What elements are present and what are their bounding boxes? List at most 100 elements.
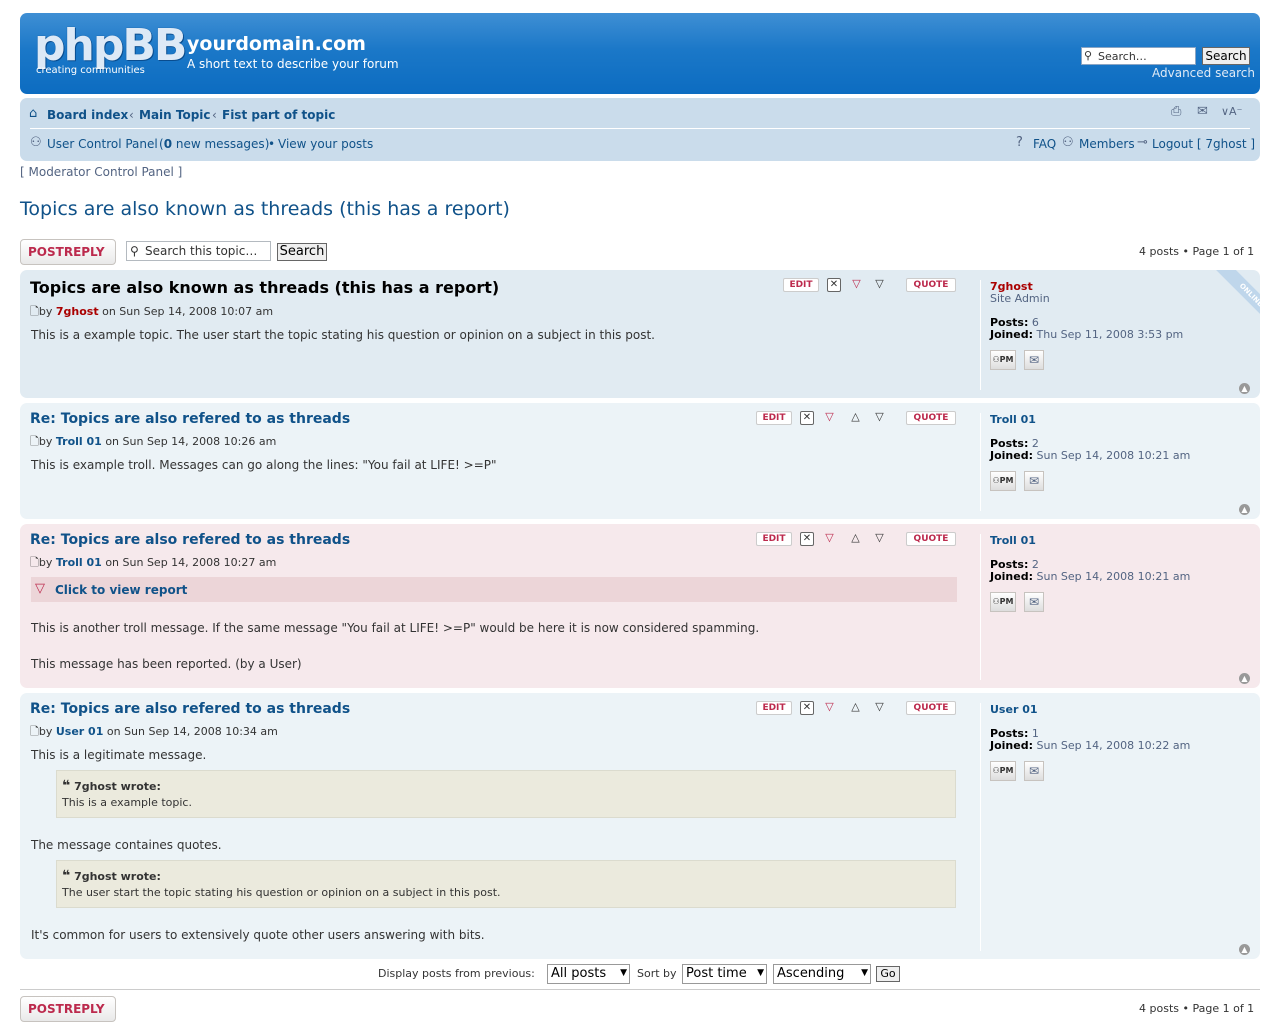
warn-icon[interactable]: △ xyxy=(848,700,863,714)
pm-button[interactable]: ⚇PM xyxy=(990,350,1016,370)
sort-by-label: Sort by xyxy=(637,967,677,980)
chevron-down-icon: ▼ xyxy=(620,968,627,978)
search-icon: ⚲ xyxy=(1084,49,1093,62)
font-size-icon[interactable]: ∨A⁻ xyxy=(1221,105,1242,118)
advanced-search-link[interactable]: Advanced search xyxy=(1152,66,1255,80)
post-title[interactable]: Topics are also known as threads (this h… xyxy=(30,278,499,297)
email-icon[interactable]: ✉ xyxy=(1024,592,1044,612)
phpbb-logo[interactable]: phpBB creating communities xyxy=(34,20,187,80)
edit-button[interactable]: EDIT xyxy=(756,532,792,546)
back-to-top-icon[interactable]: ▲ xyxy=(1239,504,1250,515)
logout-link[interactable]: Logout [ 7ghost ] xyxy=(1152,137,1255,151)
quote-cite: ❝ 7ghost wrote: xyxy=(62,778,161,794)
topic-search-button[interactable]: Search xyxy=(277,243,327,261)
breadcrumb-main-topic[interactable]: Main Topic xyxy=(139,108,211,122)
moderator-control-panel-link[interactable]: [ Moderator Control Panel ] xyxy=(20,165,182,179)
sort-order-select[interactable]: Ascending ▼ xyxy=(773,964,871,984)
view-report-link[interactable]: Click to view report xyxy=(55,583,187,597)
back-to-top-icon[interactable]: ▲ xyxy=(1239,944,1250,955)
profile-username[interactable]: Troll 01 xyxy=(990,534,1036,547)
post-author-line: 🗋by User 01 on Sun Sep 14, 2008 10:34 am xyxy=(30,723,278,742)
header-search-button[interactable]: Search xyxy=(1202,47,1250,65)
breadcrumb-current[interactable]: Fist part of topic xyxy=(222,108,335,122)
report-icon[interactable]: ▽ xyxy=(822,531,837,545)
info-icon[interactable]: ▽ xyxy=(872,531,887,545)
edit-label: EDIT xyxy=(762,413,786,423)
quote-button[interactable]: QUOTE xyxy=(906,411,956,425)
profile-username[interactable]: User 01 xyxy=(990,703,1038,716)
post-title[interactable]: Re: Topics are also refered to as thread… xyxy=(30,532,350,548)
edit-label: EDIT xyxy=(789,280,813,290)
post-author[interactable]: Troll 01 xyxy=(56,556,102,569)
quote-button[interactable]: QUOTE xyxy=(906,701,956,715)
email-icon[interactable]: ✉ xyxy=(1024,350,1044,370)
delete-icon[interactable]: ✕ xyxy=(800,701,814,715)
pm-button[interactable]: ⚇PM xyxy=(990,471,1016,491)
delete-icon[interactable]: ✕ xyxy=(800,532,814,546)
view-posts-link[interactable]: View your posts xyxy=(278,137,373,151)
quote-button[interactable]: QUOTE xyxy=(906,532,956,546)
delete-icon[interactable]: ✕ xyxy=(827,278,841,292)
post-title[interactable]: Re: Topics are also refered to as thread… xyxy=(30,411,350,427)
home-icon: ⌂ xyxy=(29,106,38,121)
email-icon[interactable]: ✉ xyxy=(1024,471,1044,491)
edit-button[interactable]: EDIT xyxy=(783,278,819,292)
display-posts-select[interactable]: All posts ▼ xyxy=(547,964,630,984)
joined-label: Joined: xyxy=(990,449,1033,462)
pm-button[interactable]: ⚇PM xyxy=(990,592,1016,612)
delete-icon[interactable]: ✕ xyxy=(800,411,814,425)
breadcrumb-board-index[interactable]: Board index xyxy=(47,108,128,122)
info-icon[interactable]: ▽ xyxy=(872,700,887,714)
ucp-link[interactable]: User Control Panel xyxy=(47,137,158,151)
print-icon[interactable]: ⎙ xyxy=(1171,104,1181,119)
post-author[interactable]: 7ghost xyxy=(56,305,99,318)
navbar-divider xyxy=(30,128,1250,129)
post-content: The message containes quotes. xyxy=(31,838,222,852)
warn-icon[interactable]: △ xyxy=(848,531,863,545)
pm-button[interactable]: ⚇PM xyxy=(990,761,1016,781)
profile-rank: Site Admin xyxy=(990,292,1050,305)
site-description: A short text to describe your forum xyxy=(187,57,399,71)
info-icon[interactable]: ▽ xyxy=(872,410,887,424)
sort-by-select[interactable]: Post time ▼ xyxy=(682,964,767,984)
post-icon: 🗋 xyxy=(30,435,39,448)
members-icon: ⚇ xyxy=(1062,135,1074,150)
sort-order-value: Ascending xyxy=(777,966,845,981)
post-author[interactable]: User 01 xyxy=(56,725,104,738)
report-icon[interactable]: ▽ xyxy=(849,277,864,291)
faq-link[interactable]: FAQ xyxy=(1033,137,1056,151)
profile-joined: Joined: Sun Sep 14, 2008 10:22 am xyxy=(990,739,1190,752)
back-to-top-icon[interactable]: ▲ xyxy=(1239,383,1250,394)
report-icon[interactable]: ▽ xyxy=(822,700,837,714)
quote-button[interactable]: QUOTE xyxy=(906,278,956,292)
faq-icon: ? xyxy=(1016,135,1023,150)
report-icon[interactable]: ▽ xyxy=(822,410,837,424)
post-icon: 🗋 xyxy=(30,725,39,738)
topic-search-input[interactable]: ⚲ Search this topic… xyxy=(126,241,271,261)
quote-block xyxy=(56,860,956,908)
email-icon[interactable]: ✉ xyxy=(1197,104,1208,119)
post-content: This is example troll. Messages can go a… xyxy=(31,458,497,472)
edit-button[interactable]: EDIT xyxy=(756,701,792,715)
warn-icon[interactable]: △ xyxy=(848,410,863,424)
profile-username[interactable]: Troll 01 xyxy=(990,413,1036,426)
joined-date: Sun Sep 14, 2008 10:22 am xyxy=(1036,739,1191,752)
edit-button[interactable]: EDIT xyxy=(756,411,792,425)
go-button[interactable]: Go xyxy=(876,966,900,982)
members-link[interactable]: Members xyxy=(1079,137,1135,151)
new-messages-link[interactable]: (0 new messages) xyxy=(159,137,269,151)
postreply-button-bottom[interactable]: POSTREPLY ⇙ xyxy=(20,996,116,1022)
header-search-input[interactable]: ⚲ Search… xyxy=(1081,47,1196,65)
info-icon[interactable]: ▽ xyxy=(872,277,887,291)
postreply-button[interactable]: POSTREPLY ⇙ xyxy=(20,239,116,283)
post-author[interactable]: Troll 01 xyxy=(56,435,102,448)
quote-block xyxy=(56,770,956,818)
back-to-top-icon[interactable]: ▲ xyxy=(1239,673,1250,684)
post-title[interactable]: Re: Topics are also refered to as thread… xyxy=(30,701,350,717)
email-icon[interactable]: ✉ xyxy=(1024,761,1044,781)
joined-date: Sun Sep 14, 2008 10:21 am xyxy=(1036,449,1191,462)
bullet-separator: • xyxy=(268,137,276,151)
quote-mark-icon: ❝ xyxy=(62,778,71,794)
new-messages-label: new messages xyxy=(175,137,265,151)
topic-title[interactable]: Topics are also known as threads (this h… xyxy=(20,198,510,220)
